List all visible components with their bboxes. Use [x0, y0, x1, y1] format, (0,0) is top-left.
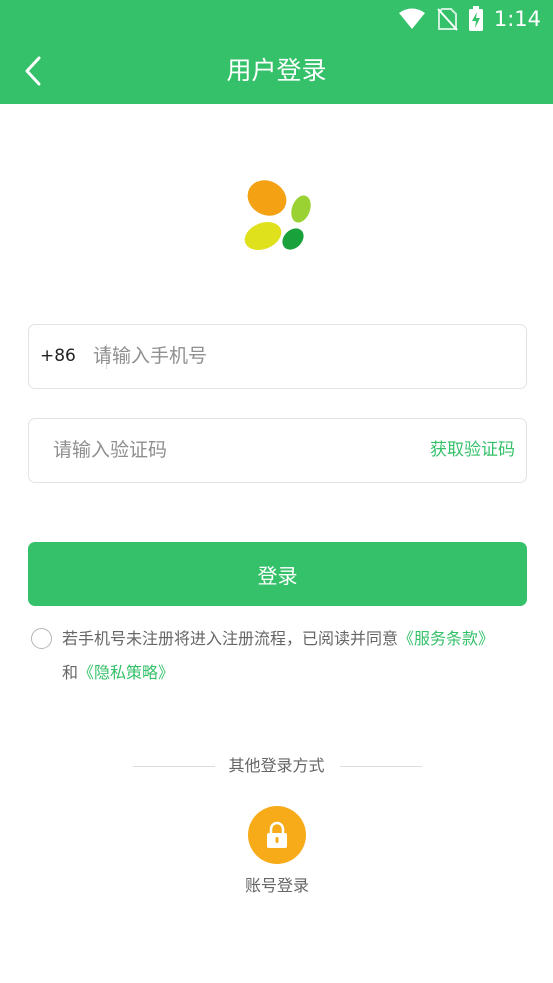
verification-code-input[interactable]	[53, 420, 423, 480]
get-code-button[interactable]: 获取验证码	[430, 419, 515, 481]
agreement-text: 若手机号未注册将进入注册流程，已阅读并同意《服务条款》和《隐私策略》	[62, 622, 532, 690]
no-sim-icon	[437, 8, 458, 31]
status-icons: 1:14	[398, 6, 541, 32]
account-login-label: 账号登录	[244, 876, 309, 895]
service-terms-link[interactable]: 《服务条款》	[398, 629, 494, 648]
divider-line-right	[340, 766, 422, 767]
status-time: 1:14	[493, 7, 541, 31]
phone-field: +86	[28, 324, 527, 389]
agreement-checkbox[interactable]	[31, 628, 52, 649]
other-login-divider: 其他登录方式	[0, 752, 553, 780]
app-logo	[244, 180, 311, 250]
login-button[interactable]: 登录	[28, 542, 527, 606]
verification-code-field: 获取验证码	[28, 418, 527, 483]
page-title: 用户登录	[226, 56, 327, 85]
other-login-title: 其他登录方式	[228, 756, 325, 775]
country-code[interactable]: +86	[40, 325, 76, 387]
wifi-icon	[398, 8, 425, 29]
battery-charging-icon	[468, 6, 483, 31]
lock-icon	[267, 821, 287, 848]
back-button[interactable]	[14, 52, 52, 90]
account-login-icon-circle[interactable]	[248, 806, 306, 864]
agreement-text-before: 若手机号未注册将进入注册流程，已阅读并同意	[62, 629, 399, 648]
status-bar: 1:14	[0, 0, 553, 38]
nav-bar: 用户登录	[0, 38, 553, 104]
chevron-left-icon	[25, 56, 41, 86]
privacy-policy-link[interactable]: 《隐私策略》	[78, 663, 174, 682]
agreement-and: 和	[62, 663, 79, 682]
phone-input[interactable]	[93, 326, 513, 386]
app-header: 1:14 用户登录	[0, 0, 553, 104]
